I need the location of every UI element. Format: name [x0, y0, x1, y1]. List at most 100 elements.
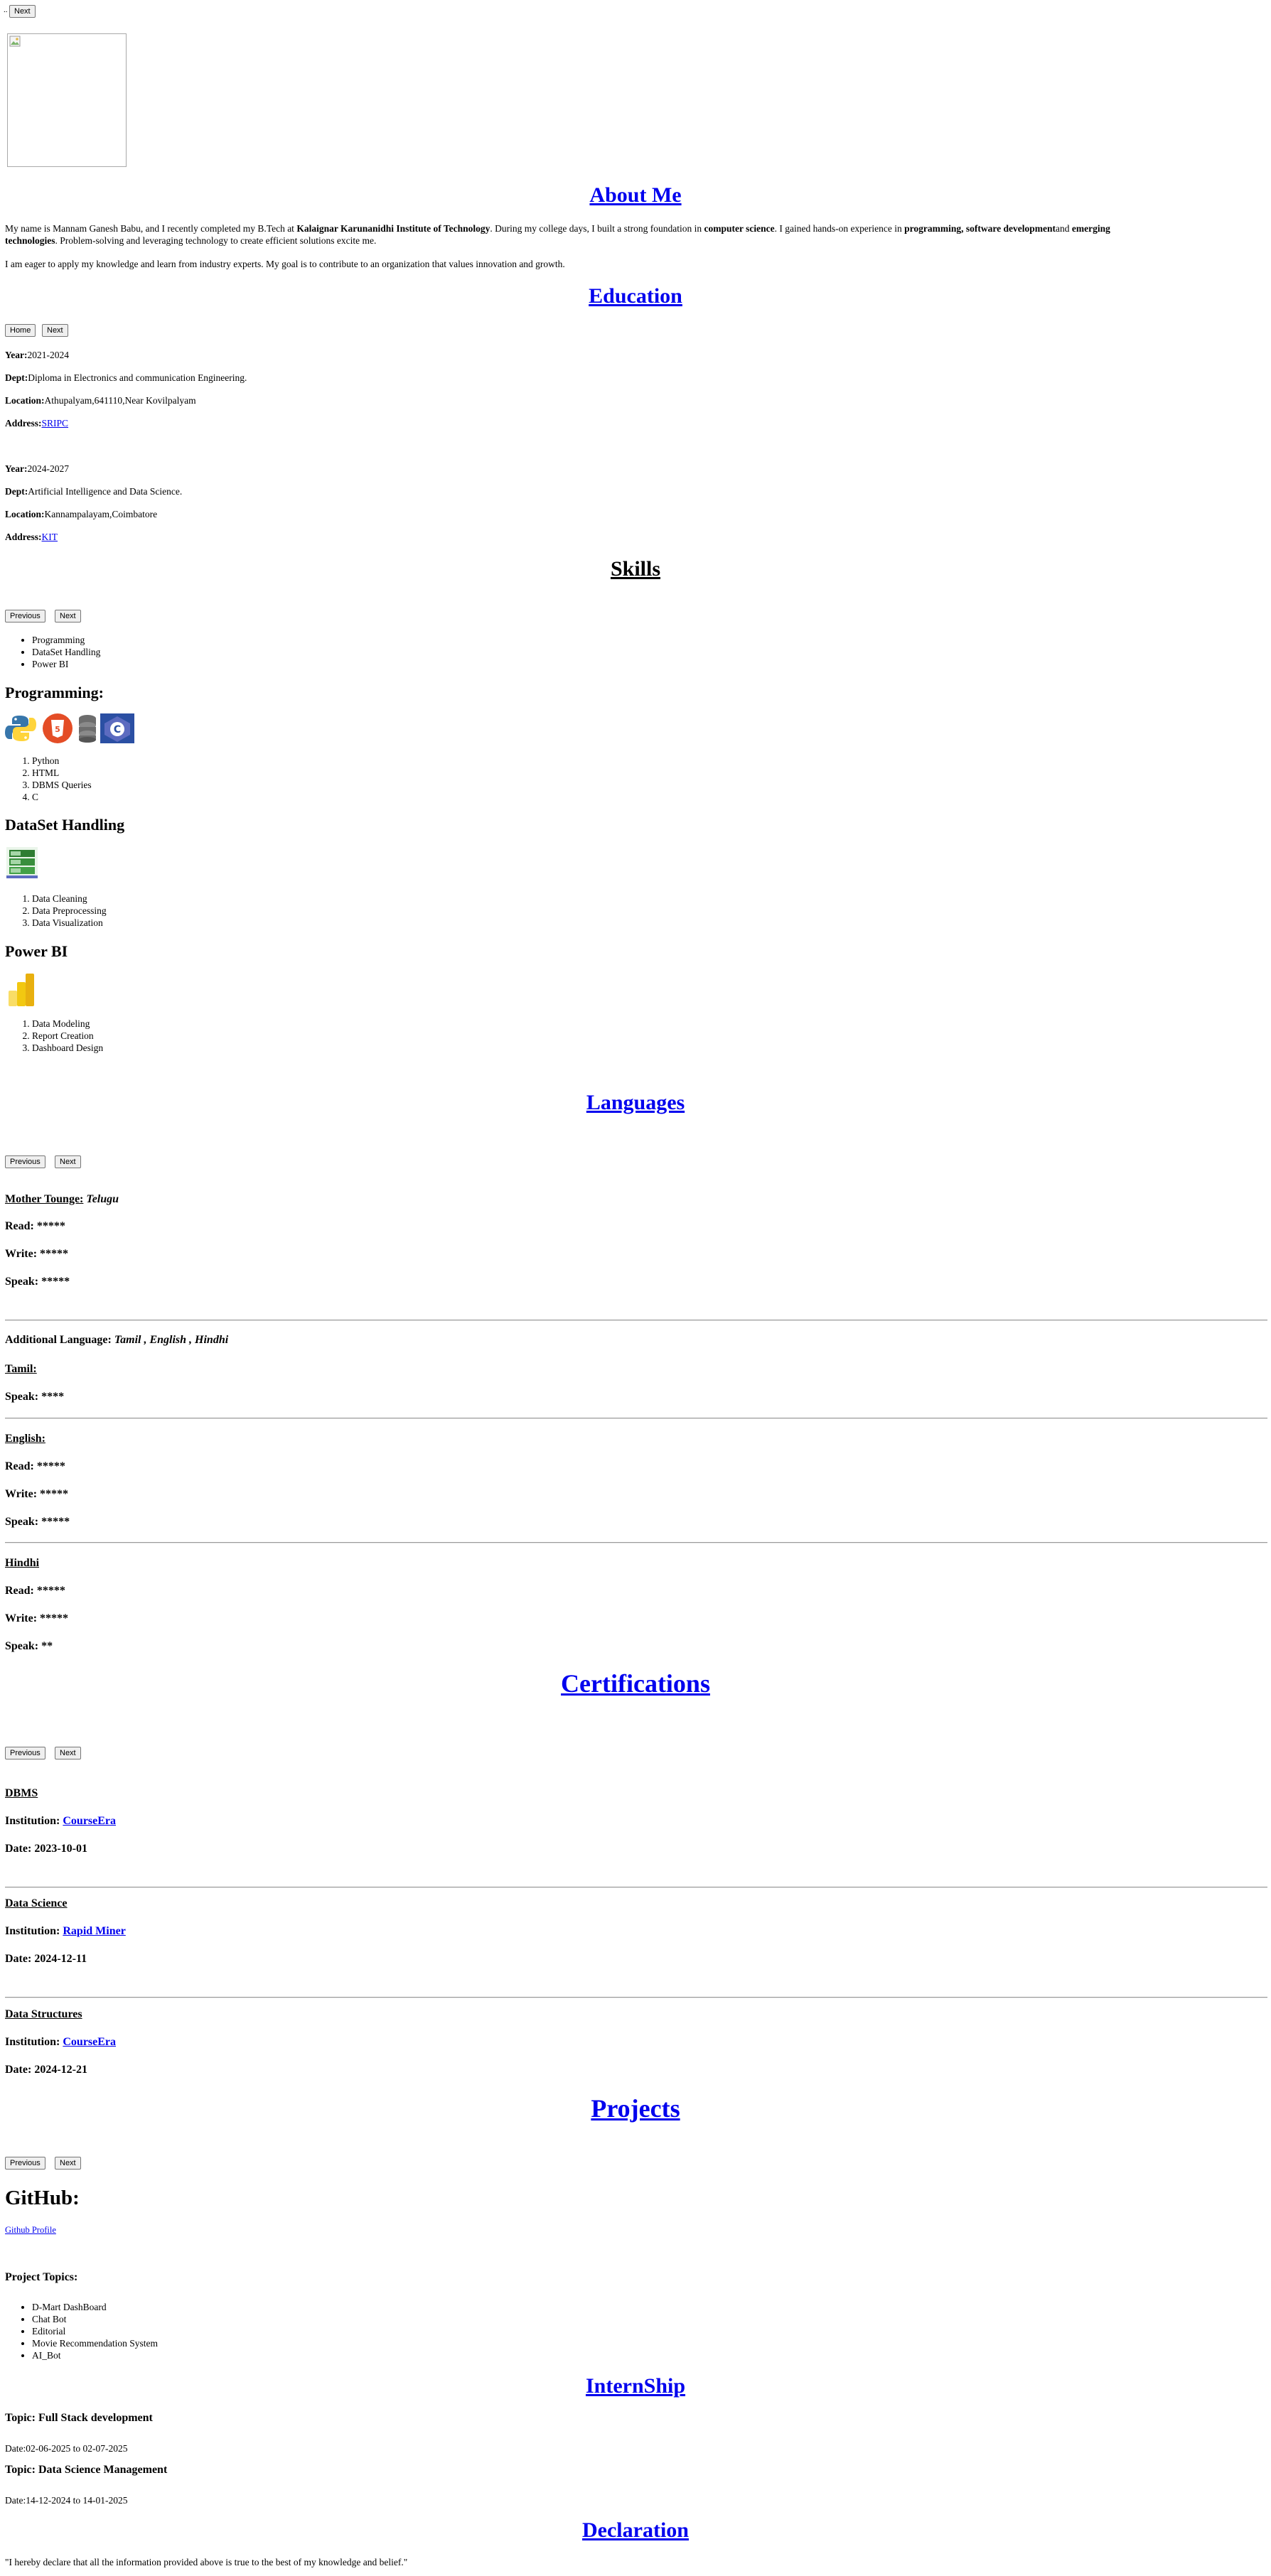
certifications-heading[interactable]: Certifications: [0, 1669, 1271, 1698]
divider: [5, 1418, 1267, 1419]
hindhi-title: Hindhi: [5, 1557, 40, 1569]
dataset-list: Data Cleaning Data Preprocessing Data Vi…: [5, 893, 107, 929]
svg-text:5: 5: [55, 725, 60, 734]
declaration-text: "I hereby declare that all the informati…: [5, 2557, 408, 2567]
about-heading[interactable]: About Me: [0, 183, 1271, 208]
hindhi-read: Read: *****: [5, 1585, 65, 1597]
divider: [5, 1887, 1267, 1888]
list-item: Movie Recommendation System: [32, 2337, 158, 2349]
edu-2-address-link[interactable]: KIT: [42, 532, 58, 542]
internship-2-topic: Topic: Data Science Management: [5, 2464, 168, 2476]
broken-image-icon: [9, 36, 21, 47]
divider: [5, 1542, 1267, 1543]
mother-speak: Speak: *****: [5, 1276, 70, 1288]
portfolio-page: .. Next About Me My name is Mannam Ganes…: [0, 0, 1271, 2576]
python-icon: [5, 716, 36, 741]
english-write: Write: *****: [5, 1488, 69, 1500]
powerbi-list: Data Modeling Report Creation Dashboard …: [5, 1018, 103, 1054]
cert-1-name: DBMS: [5, 1787, 38, 1799]
dataset-title: DataSet Handling: [5, 816, 125, 834]
svg-text:C: C: [114, 724, 121, 735]
tamil-title: Tamil:: [5, 1363, 37, 1375]
languages-heading[interactable]: Languages: [0, 1091, 1271, 1115]
programming-list: Python HTML DBMS Queries C: [5, 755, 92, 803]
divider: [5, 1320, 1267, 1321]
top-dots: ..: [4, 6, 8, 14]
cert-1-date: Date: 2023-10-01: [5, 1843, 87, 1855]
list-item: Data Preprocessing: [32, 905, 107, 917]
edu-1-address: Address:SRIPC: [5, 418, 69, 429]
projects-heading[interactable]: Projects: [0, 2093, 1271, 2123]
github-profile-link[interactable]: Github Profile: [5, 2225, 56, 2236]
list-item: Data Cleaning: [32, 893, 107, 905]
edu-1-year: Year:2021-2024: [5, 350, 69, 360]
cert-2-institution: Institution: Rapid Miner: [5, 1925, 126, 1937]
skills-list: Programming DataSet Handling Power BI: [5, 634, 100, 670]
list-item: Data Modeling: [32, 1018, 103, 1030]
edu-1-address-link[interactable]: SRIPC: [42, 418, 69, 429]
list-item: Report Creation: [32, 1030, 103, 1042]
tamil-speak: Speak: ****: [5, 1391, 65, 1403]
about-paragraph-1: My name is Mannam Ganesh Babu, and I rec…: [5, 223, 1110, 246]
list-item: DataSet Handling: [32, 646, 100, 658]
skills-next-button[interactable]: Next: [55, 610, 81, 623]
cert-2-name: Data Science: [5, 1897, 68, 1909]
english-speak: Speak: *****: [5, 1516, 70, 1528]
c-language-icon: C: [100, 713, 134, 743]
internship-1-date: Date:02-06-2025 to 02-07-2025: [5, 2443, 128, 2454]
english-title: English:: [5, 1433, 45, 1445]
dataset-icon: [6, 847, 38, 878]
list-item: Programming: [32, 634, 100, 646]
projects-next-button[interactable]: Next: [55, 2157, 81, 2170]
top-next-button[interactable]: Next: [9, 5, 36, 18]
languages-previous-button[interactable]: Previous: [5, 1155, 45, 1168]
edu-2-address: Address:KIT: [5, 532, 58, 542]
cert-2-institution-link[interactable]: Rapid Miner: [63, 1925, 125, 1937]
skills-heading: Skills: [610, 557, 661, 581]
list-item: Power BI: [32, 658, 100, 670]
html5-icon: 5: [43, 713, 73, 743]
cert-3-date: Date: 2024-12-21: [5, 2064, 87, 2076]
about-paragraph-2: I am eager to apply my knowledge and lea…: [5, 259, 565, 269]
cert-1-institution-link[interactable]: CourseEra: [63, 1815, 116, 1827]
education-home-button[interactable]: Home: [5, 324, 36, 337]
profile-image: [7, 33, 127, 167]
skills-previous-button[interactable]: Previous: [5, 610, 45, 623]
cert-1-institution: Institution: CourseEra: [5, 1815, 117, 1827]
github-title: GitHub:: [5, 2187, 80, 2209]
list-item: Editorial: [32, 2325, 158, 2337]
list-item: Chat Bot: [32, 2313, 158, 2325]
languages-next-button[interactable]: Next: [55, 1155, 81, 1168]
list-item: D-Mart DashBoard: [32, 2301, 158, 2313]
project-topics-list: D-Mart DashBoard Chat Bot Editorial Movi…: [5, 2301, 158, 2361]
english-read: Read: *****: [5, 1460, 65, 1472]
certifications-previous-button[interactable]: Previous: [5, 1747, 45, 1759]
edu-2-location: Location:Kannampalayam,Coimbatore: [5, 509, 158, 519]
cert-3-name: Data Structures: [5, 2008, 82, 2020]
mother-tongue: Mother Tounge: Telugu: [5, 1193, 119, 1205]
projects-previous-button[interactable]: Previous: [5, 2157, 45, 2170]
certifications-next-button[interactable]: Next: [55, 1747, 81, 1759]
education-next-button[interactable]: Next: [42, 324, 68, 337]
divider: [5, 1997, 1267, 1998]
internship-1-topic: Topic: Full Stack development: [5, 2412, 153, 2424]
list-item: Data Visualization: [32, 917, 107, 929]
edu-1-location: Location:Athupalyam,641110,Near Kovilpal…: [5, 395, 196, 406]
edu-1-dept: Dept:Diploma in Electronics and communic…: [5, 372, 247, 383]
cert-3-institution-link[interactable]: CourseEra: [63, 2036, 116, 2048]
mother-read: Read: *****: [5, 1220, 65, 1232]
database-icon: [79, 715, 96, 743]
declaration-heading[interactable]: Declaration: [0, 2518, 1271, 2543]
list-item: Dashboard Design: [32, 1042, 103, 1054]
project-topics-label: Project Topics:: [5, 2271, 78, 2283]
hindhi-speak: Speak: **: [5, 1640, 53, 1652]
internship-heading[interactable]: InternShip: [0, 2374, 1271, 2398]
cert-2-date: Date: 2024-12-11: [5, 1953, 87, 1965]
mother-write: Write: *****: [5, 1248, 69, 1260]
hindhi-write: Write: *****: [5, 1612, 69, 1624]
powerbi-title: Power BI: [5, 942, 68, 960]
education-heading[interactable]: Education: [0, 284, 1271, 308]
cert-3-institution: Institution: CourseEra: [5, 2036, 117, 2048]
edu-2-dept: Dept:Artificial Intelligence and Data Sc…: [5, 486, 183, 497]
list-item: AI_Bot: [32, 2349, 158, 2361]
